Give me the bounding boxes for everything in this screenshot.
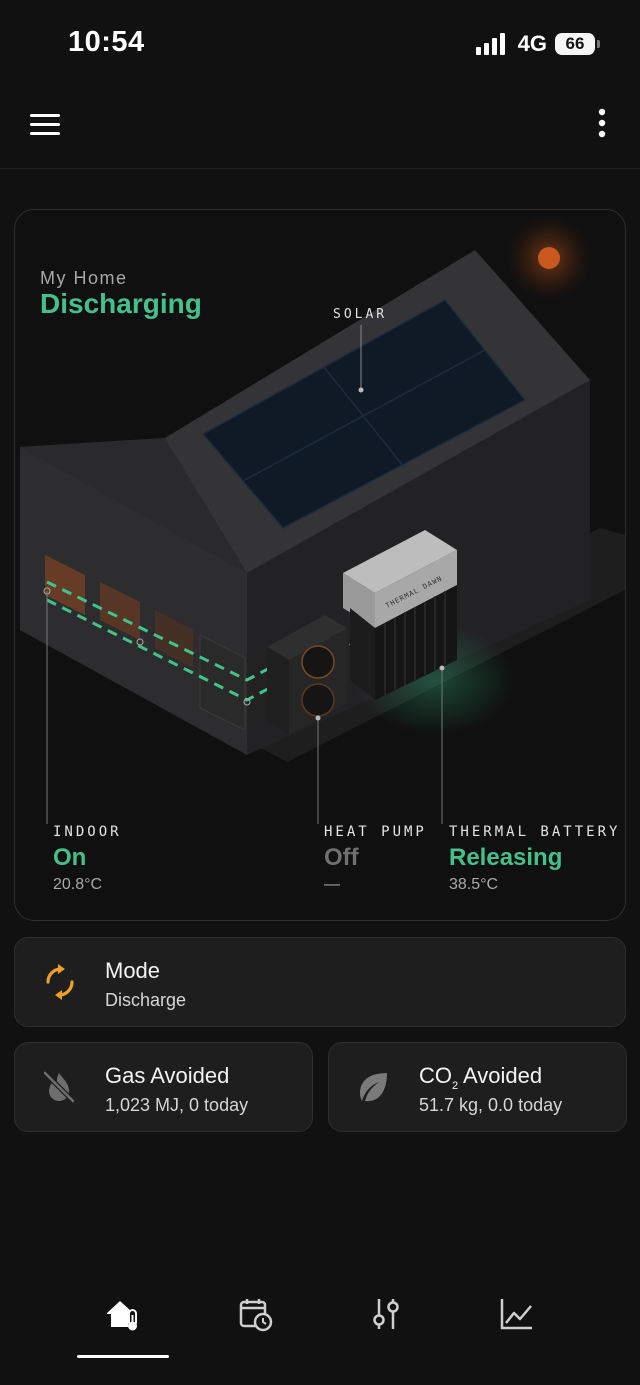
gas-value: 1,023 MJ, 0 today [105, 1095, 249, 1115]
heat-pump-title: HEAT PUMP [324, 824, 427, 840]
more-vertical-icon [598, 108, 606, 138]
home-overview-card: THERMAL DAWN My Home Discharging SOLAR I… [14, 209, 626, 921]
no-flame-icon [43, 1071, 75, 1103]
heat-pump-value: Off [324, 844, 359, 871]
status-indicators: 4G 66 [475, 30, 600, 58]
leaf-icon [360, 1073, 387, 1102]
solar-label: SOLAR [333, 307, 388, 322]
battery-nub [597, 40, 600, 48]
heat-pump-sub: — [324, 876, 340, 893]
sync-icon [46, 964, 74, 1000]
battery-icon: 66 [555, 33, 595, 55]
sun-icon [538, 247, 560, 269]
mode-card[interactable]: Mode Discharge [14, 937, 626, 1027]
signal-icon [475, 33, 505, 55]
mode-title: Mode [105, 958, 161, 983]
home-thermometer-icon [107, 1301, 137, 1331]
thermal-battery-stat[interactable]: THERMAL BATTERY Releasing 38.5°C [449, 824, 620, 894]
status-time: 10:54 [68, 26, 145, 58]
gas-title: Gas Avoided [105, 1063, 230, 1088]
more-options-button[interactable] [594, 106, 610, 146]
status-bar: 10:54 4G 66 [0, 0, 640, 86]
mode-icon-wrap [45, 964, 75, 1005]
heat-pump-point [315, 715, 321, 721]
co2-icon-wrap [355, 1069, 391, 1110]
co2-avoided-card[interactable]: CO2 Avoided 51.7 kg, 0.0 today [328, 1042, 627, 1132]
chart-line-icon [500, 1299, 532, 1330]
network-type: 4G [517, 31, 547, 56]
nav-controls[interactable] [340, 1290, 432, 1360]
nav-schedule[interactable] [210, 1290, 302, 1360]
active-tab-indicator [77, 1355, 169, 1358]
nav-home[interactable] [77, 1290, 169, 1360]
solar-point [358, 387, 364, 393]
menu-button[interactable] [28, 108, 64, 144]
indoor-stat[interactable]: INDOOR On 20.8°C [53, 824, 122, 894]
thermal-battery-value: Releasing [449, 844, 563, 871]
co2-value: 51.7 kg, 0.0 today [419, 1095, 563, 1115]
co2-title-rest: Avoided [458, 1063, 543, 1088]
co2-title-sub: 2 [452, 1080, 459, 1092]
app-bar [0, 86, 640, 169]
thermal-battery-title: THERMAL BATTERY [449, 824, 621, 840]
indoor-title: INDOOR [53, 824, 122, 840]
home-state: Discharging [40, 288, 202, 319]
calendar-clock-icon [239, 1299, 273, 1332]
mode-value: Discharge [105, 990, 187, 1010]
bottom-navigation [0, 1270, 640, 1385]
co2-title: CO2 Avoided [419, 1063, 543, 1092]
battery-level: 66 [565, 34, 585, 53]
indoor-value: On [53, 844, 87, 871]
sliders-icon [373, 1299, 399, 1329]
hamburger-icon [30, 114, 60, 135]
home-label: My Home [40, 268, 128, 288]
nav-statistics[interactable] [471, 1290, 563, 1360]
co2-title-main: CO [419, 1063, 452, 1088]
heat-pump-stat[interactable]: HEAT PUMP Off — [324, 824, 427, 894]
indoor-temperature: 20.8°C [53, 876, 103, 893]
gas-avoided-card[interactable]: Gas Avoided 1,023 MJ, 0 today [14, 1042, 313, 1132]
battery-point [439, 665, 445, 671]
thermal-battery-temperature: 38.5°C [449, 876, 499, 893]
gas-icon-wrap [41, 1069, 77, 1110]
